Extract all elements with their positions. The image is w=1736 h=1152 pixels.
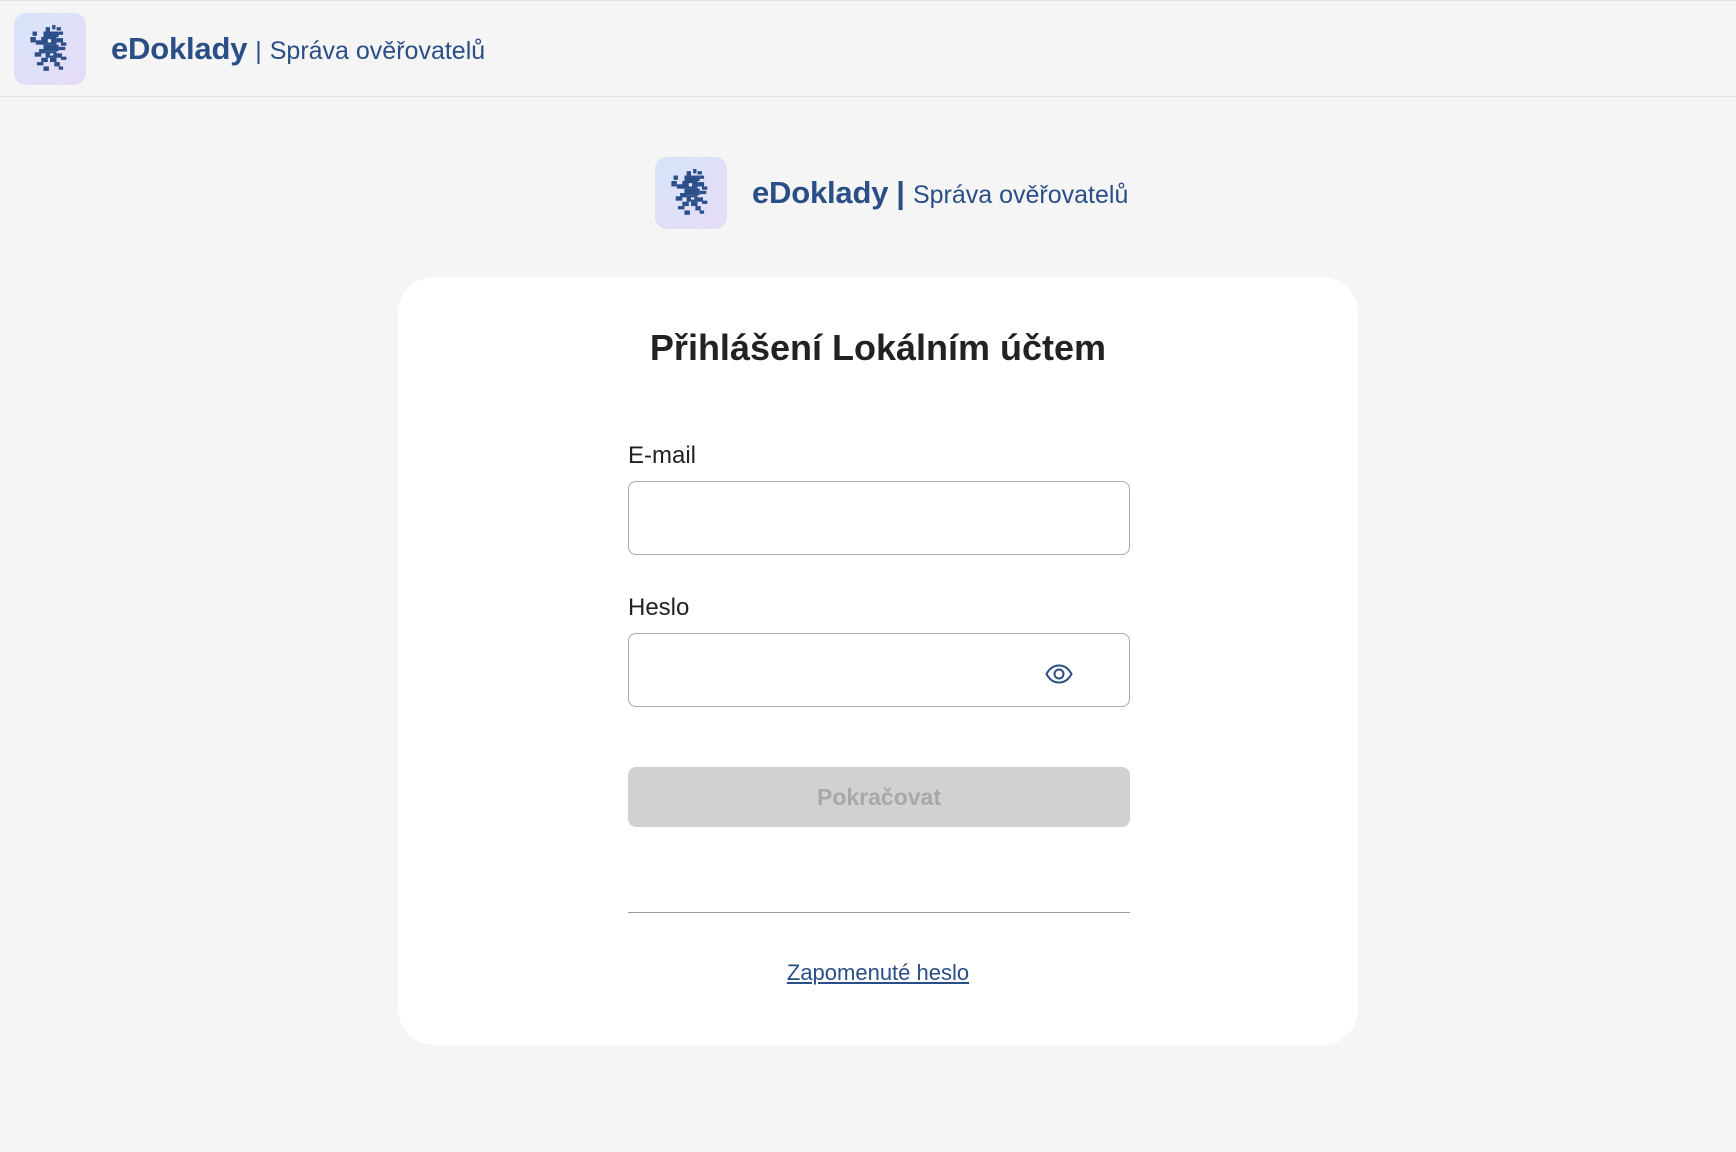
lion-emblem-icon [669, 169, 713, 217]
center-brand: eDoklady | Správa ověřovatelů [655, 157, 1128, 229]
forgot-password-container: Zapomenuté heslo [398, 960, 1358, 986]
header-brand: eDoklady | Správa ověřovatelů [111, 31, 485, 67]
app-header: eDoklady | Správa ověřovatelů [0, 0, 1736, 97]
center-logo [655, 157, 727, 229]
email-field[interactable] [628, 481, 1130, 555]
center-brand-text: eDoklady | Správa ověřovatelů [752, 175, 1128, 211]
brand-name: eDoklady [111, 30, 248, 66]
lion-emblem-icon [28, 25, 72, 73]
password-label: Heslo [628, 594, 690, 621]
brand-separator: | [255, 36, 262, 65]
app-logo[interactable] [14, 12, 86, 85]
login-card: Přihlášení Lokálním účtem E-mail Heslo P… [398, 277, 1358, 1045]
page-title: Přihlášení Lokálním účtem [649, 327, 1107, 368]
center-brand-subtitle: Správa ověřovatelů [912, 181, 1129, 209]
center-brand-name: eDoklady [752, 175, 889, 210]
forgot-password-link[interactable]: Zapomenuté heslo [787, 960, 969, 985]
continue-button[interactable]: Pokračovat [628, 767, 1130, 827]
email-label: E-mail [628, 442, 697, 469]
eye-icon[interactable] [1044, 659, 1074, 689]
center-brand-separator: | [896, 175, 905, 210]
brand-subtitle: Správa ověřovatelů [269, 36, 486, 65]
divider [628, 912, 1130, 913]
